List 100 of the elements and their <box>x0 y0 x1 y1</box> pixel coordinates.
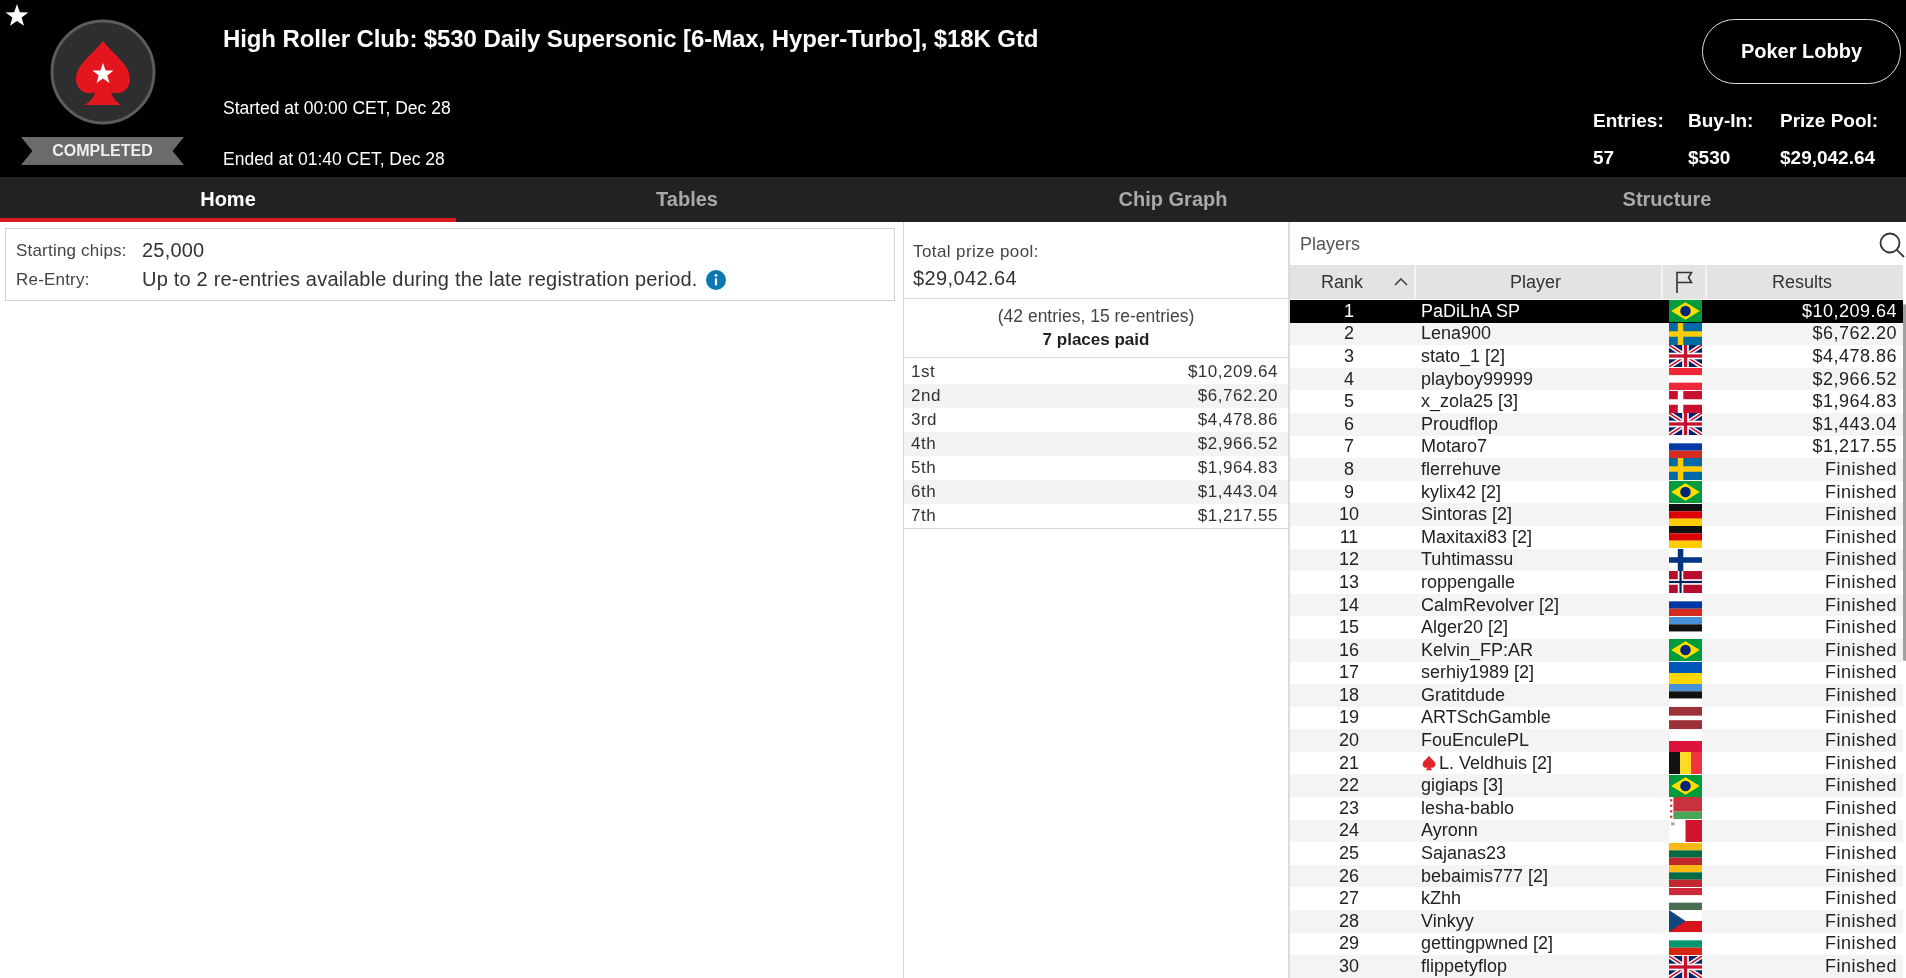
rank-number: 20 <box>1338 730 1360 752</box>
player-result: Finished <box>1823 775 1898 797</box>
player-name: lesha-bablo <box>1421 797 1515 819</box>
player-result: Finished <box>1823 910 1898 932</box>
player-result: Finished <box>1823 865 1898 887</box>
payout-amount: $4,478.86 <box>1197 410 1278 430</box>
player-row[interactable]: 22 gigiaps [3] Finished <box>1290 774 1903 798</box>
prize-pool-label: Total prize pool: <box>913 241 1040 263</box>
tab[interactable]: Tables <box>456 177 918 222</box>
player-row[interactable]: 1 PaDiLhA SP $10,209.64 <box>1290 300 1903 323</box>
player-name: Lena900 <box>1421 323 1492 345</box>
player-name: kZhh <box>1421 888 1462 910</box>
player-result: Finished <box>1823 843 1898 865</box>
player-result: $1,964.83 <box>1811 391 1898 413</box>
player-name: FouEnculePL <box>1421 730 1530 752</box>
payout-place: 2nd <box>911 386 941 406</box>
player-row[interactable]: 18 Gratitdude Finished <box>1290 684 1903 707</box>
player-name: Gratitdude <box>1421 684 1506 706</box>
tab[interactable]: Structure <box>1428 177 1906 222</box>
player-result: Finished <box>1823 752 1898 774</box>
player-row[interactable]: 30 flippetyflop Finished <box>1290 955 1903 978</box>
tournament-title: High Roller Club: $530 Daily Supersonic [6-Max, Hyper-Turbo], $18K Gtd <box>223 24 1040 54</box>
player-result: Finished <box>1823 933 1898 955</box>
rank-number: 13 <box>1338 571 1360 593</box>
poker-lobby-button[interactable]: Poker Lobby <box>1702 19 1901 84</box>
player-result: Finished <box>1823 639 1898 661</box>
stat-value: $29,042.64 <box>1780 146 1877 170</box>
player-row[interactable]: 28 Vinkyy Finished <box>1290 910 1903 933</box>
payout-amount: $1,217.55 <box>1197 506 1278 526</box>
rank-number: 24 <box>1338 820 1360 842</box>
player-row[interactable]: 20 FouEnculePL Finished <box>1290 729 1903 752</box>
start-time: Started at 00:00 CET, Dec 28 <box>223 97 452 119</box>
rank-number: 25 <box>1338 843 1360 865</box>
rank-number: 4 <box>1343 368 1355 390</box>
info-icon[interactable] <box>705 269 726 290</box>
player-name: Alger20 [2] <box>1421 617 1509 639</box>
search-icon[interactable] <box>1879 231 1905 258</box>
tab[interactable]: Home <box>0 177 456 222</box>
rank-number: 5 <box>1343 391 1355 413</box>
rank-number: 2 <box>1343 323 1355 345</box>
scrollbar-thumb[interactable] <box>1903 304 1906 661</box>
player-name: Sintoras [2] <box>1421 504 1513 526</box>
player-name: stato_1 [2] <box>1421 346 1506 367</box>
player-result: Finished <box>1823 526 1898 548</box>
payout-place: 7th <box>911 506 937 526</box>
player-row[interactable]: 4 playboy99999 $2,966.52 <box>1290 367 1903 391</box>
player-row[interactable]: 10 Sintoras [2] Finished <box>1290 503 1903 526</box>
player-name: serhiy1989 [2] <box>1421 662 1535 684</box>
tab[interactable]: Chip Graph <box>918 177 1428 222</box>
rank-number: 8 <box>1343 458 1355 480</box>
player-result: Finished <box>1823 549 1898 571</box>
player-name: Tuhtimassu <box>1421 549 1514 571</box>
rank-number: 21 <box>1338 752 1360 774</box>
rank-number: 14 <box>1338 594 1360 616</box>
stat-label: Buy-In: <box>1688 109 1755 133</box>
player-row[interactable]: 12 Tuhtimassu Finished <box>1290 548 1903 572</box>
places-paid: 7 places paid <box>1041 329 1151 351</box>
rank-number: 23 <box>1338 797 1360 819</box>
payout-place: 3rd <box>911 410 938 430</box>
player-result: Finished <box>1823 571 1898 593</box>
player-row[interactable]: 6 Proudflop $1,443.04 <box>1290 412 1903 436</box>
player-row[interactable]: 8 flerrehuve Finished <box>1290 458 1903 481</box>
detail-value: 25,000 <box>142 238 205 263</box>
player-name: playboy99999 <box>1421 368 1534 390</box>
stat-value: 57 <box>1593 146 1616 170</box>
player-row[interactable]: 2 Lena900 $6,762.20 <box>1290 322 1903 346</box>
player-result: $10,209.64 <box>1800 300 1898 322</box>
end-time: Ended at 01:40 CET, Dec 28 <box>223 148 446 170</box>
player-result: Finished <box>1823 662 1898 684</box>
stat-label: Entries: <box>1593 109 1665 133</box>
payout-amount: $6,762.20 <box>1197 386 1278 406</box>
player-name: Proudflop <box>1421 413 1499 435</box>
player-row[interactable]: 24 Ayronn Finished <box>1290 819 1903 843</box>
player-name: roppengalle <box>1421 571 1516 593</box>
flag-outline-icon <box>1675 271 1693 293</box>
stat-label: Prize Pool: <box>1780 109 1880 133</box>
star-icon[interactable] <box>5 4 29 27</box>
player-row[interactable]: 16 Kelvin_FP:AR Finished <box>1290 638 1903 662</box>
prize-pool-value: $29,042.64 <box>913 266 1019 291</box>
player-row[interactable]: 26 bebaimis777 [2] Finished <box>1290 864 1903 888</box>
player-result: Finished <box>1823 504 1898 526</box>
player-result: Finished <box>1823 707 1898 729</box>
player-name: x_zola25 [3] <box>1421 391 1519 413</box>
player-result: Finished <box>1823 956 1898 977</box>
rank-number: 1 <box>1343 300 1355 322</box>
rank-number: 26 <box>1338 865 1360 887</box>
rank-number: 15 <box>1338 617 1360 639</box>
rank-number: 22 <box>1338 775 1360 797</box>
rank-number: 17 <box>1338 662 1360 684</box>
rank-number: 6 <box>1343 413 1355 435</box>
player-name: Kelvin_FP:AR <box>1421 639 1534 661</box>
player-name: gigiaps [3] <box>1421 775 1504 797</box>
player-name: gettingpwned [2] <box>1421 933 1554 955</box>
player-row[interactable]: 14 CalmRevolver [2] Finished <box>1290 593 1903 617</box>
column-header[interactable]: Results <box>1707 265 1903 299</box>
player-name: Motaro7 <box>1421 436 1488 458</box>
player-name: L. Veldhuis [2] <box>1439 752 1553 774</box>
payout-amount: $10,209.64 <box>1187 362 1278 382</box>
player-name: CalmRevolver [2] <box>1421 594 1560 616</box>
detail-label: Re-Entry: <box>16 269 91 291</box>
